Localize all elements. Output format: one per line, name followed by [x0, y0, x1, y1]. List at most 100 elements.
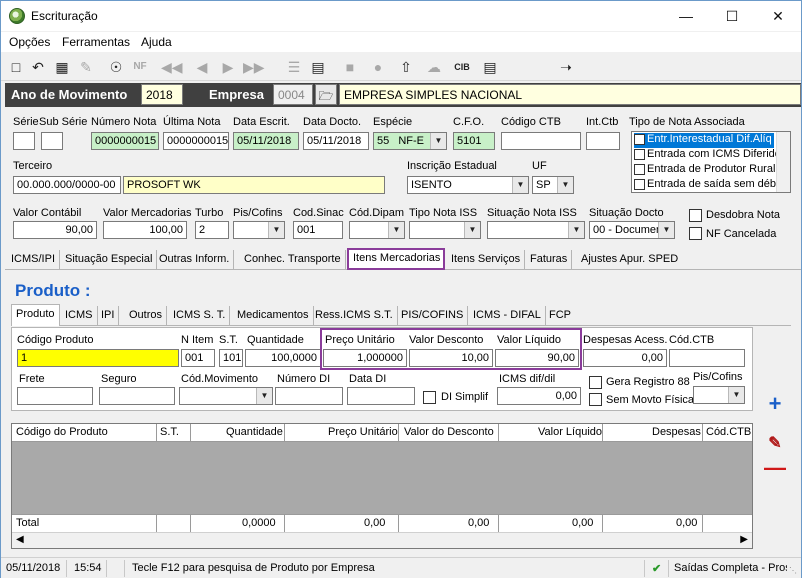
col-despesas[interactable]: Despesas [652, 426, 701, 438]
cfo-input[interactable]: 5101 [453, 132, 495, 150]
close-button[interactable]: ✕ [755, 1, 801, 31]
list-item[interactable]: Entrada de saída sem débi [634, 178, 778, 192]
st-input[interactable]: 101 [219, 349, 243, 367]
menu-opcoes[interactable]: Opções [9, 35, 50, 49]
col-cod-ctb[interactable]: Cód.CTB [706, 426, 751, 438]
numero-di-input[interactable] [275, 387, 343, 405]
tab-outros[interactable]: Outros [125, 306, 168, 326]
tab-icms[interactable]: ICMS [61, 306, 98, 326]
especie-select[interactable]: 55 NF-E ▼ [373, 132, 447, 150]
tab-itens-servicos[interactable]: Itens Serviços [447, 250, 526, 270]
tab-ress-icms-st[interactable]: Ress.ICMS S.T. [311, 306, 398, 326]
print-preview-icon[interactable]: ☉ [107, 58, 125, 76]
tipo-nota-listbox[interactable]: Entr.Interestadual Dif.Alíq Entrada com … [631, 131, 791, 193]
col-liquido[interactable]: Valor Líquido [538, 426, 602, 438]
data-di-input[interactable] [347, 387, 415, 405]
upload-icon[interactable]: ⇧ [397, 58, 415, 76]
maximize-button[interactable]: ☐ [709, 1, 755, 31]
cib-icon[interactable]: CIB [453, 58, 471, 76]
serie-input[interactable] [13, 132, 35, 150]
exit-icon[interactable]: ➝ [557, 58, 575, 76]
cloud-icon[interactable]: ☁ [425, 58, 443, 76]
sit-docto-select[interactable]: 00 - Documen ▼ [589, 221, 675, 239]
pis-cofins-item-select[interactable]: ▼ [693, 386, 745, 404]
list-item[interactable]: Entrada com ICMS Diferido [634, 148, 781, 163]
codigo-produto-input[interactable]: 1 [17, 349, 179, 367]
tab-medicamentos[interactable]: Medicamentos [233, 306, 314, 326]
empresa-code-input[interactable]: 0004 [273, 84, 313, 105]
numero-nota-input[interactable]: 0000000015 [91, 132, 159, 150]
nfe-icon[interactable]: NF [131, 58, 149, 76]
tab-conhec-transporte[interactable]: Conhec. Transporte [240, 250, 346, 270]
scroll-left-icon[interactable]: ◀ [16, 534, 24, 545]
tab-faturas[interactable]: Faturas [526, 250, 573, 270]
cod-mov-select[interactable]: ▼ [179, 387, 273, 405]
col-st[interactable]: S.T. [160, 426, 179, 438]
last-icon[interactable]: ▶▶ [243, 58, 265, 76]
tab-icms-difal[interactable]: ICMS - DIFAL [469, 306, 546, 326]
menu-ajuda[interactable]: Ajuda [141, 35, 172, 49]
ano-input[interactable]: 2018 [141, 84, 183, 105]
save-icon[interactable]: ▦ [53, 58, 71, 76]
pis-cofins-select[interactable]: ▼ [233, 221, 285, 239]
uf-select[interactable]: SP ▼ [532, 176, 574, 194]
tipo-iss-select[interactable]: ▼ [409, 221, 481, 239]
col-desconto[interactable]: Valor do Desconto [404, 426, 494, 438]
edit-item-button[interactable]: ✎ [763, 433, 787, 455]
data-escrit-input[interactable]: 05/11/2018 [233, 132, 299, 150]
calc-icon[interactable]: ▤ [309, 58, 327, 76]
remove-item-button[interactable]: — [763, 457, 787, 479]
menu-ferramentas[interactable]: Ferramentas [62, 35, 130, 49]
tab-produto[interactable]: Produto [11, 304, 60, 326]
int-ctb-input[interactable] [586, 132, 620, 150]
tab-fcp[interactable]: FCP [545, 306, 575, 326]
tab-situacao-especial[interactable]: Situação Especial [61, 250, 158, 270]
di-simplif-checkbox[interactable] [423, 391, 436, 404]
cod-sinac-input[interactable]: 001 [293, 221, 343, 239]
undo-icon[interactable]: ↶ [29, 58, 47, 76]
turbo-input[interactable]: 2 [195, 221, 229, 239]
add-item-button[interactable]: + [763, 393, 787, 415]
minimize-button[interactable]: — [663, 1, 709, 31]
inscricao-select[interactable]: ISENTO ▼ [407, 176, 529, 194]
valor-contabil-input[interactable]: 90,00 [13, 221, 97, 239]
empresa-search-button[interactable]: 🗁 [315, 84, 337, 105]
icms-difal-input[interactable]: 0,00 [497, 387, 581, 405]
items-grid[interactable]: Código do Produto S.T. Quantidade Preço … [11, 423, 753, 549]
list-item[interactable]: Entrada de Produtor Rural [634, 163, 775, 178]
frete-input[interactable] [17, 387, 93, 405]
prev-icon[interactable]: ◀ [193, 58, 211, 76]
checkbox[interactable] [634, 178, 645, 190]
resize-grip-icon[interactable]: ⋱ [789, 566, 797, 575]
terceiro-doc-input[interactable]: 00.000.000/0000-00 [13, 176, 121, 194]
notes-icon[interactable]: ▤ [481, 58, 499, 76]
data-docto-input[interactable]: 05/11/2018 [303, 132, 369, 150]
quantidade-input[interactable]: 100,0000 [245, 349, 321, 367]
nitem-input[interactable]: 001 [181, 349, 215, 367]
col-quantidade[interactable]: Quantidade [226, 426, 283, 438]
codigo-ctb-input[interactable] [501, 132, 581, 150]
next-icon[interactable]: ▶ [219, 58, 237, 76]
desdobra-checkbox[interactable] [689, 209, 702, 222]
checkbox[interactable] [634, 163, 645, 175]
tab-icms-ipi[interactable]: ICMS/IPI [7, 250, 61, 270]
gera-registro-checkbox[interactable] [589, 376, 602, 389]
checkbox[interactable] [634, 133, 645, 145]
col-preco[interactable]: Preço Unitário [328, 426, 398, 438]
sem-movto-checkbox[interactable] [589, 393, 602, 406]
tab-outras-inform[interactable]: Outras Inform. [155, 250, 235, 270]
nf-cancelada-checkbox[interactable] [689, 227, 702, 240]
new-doc-icon[interactable]: □ [7, 58, 25, 76]
delete-icon[interactable]: ✎ [77, 58, 95, 76]
first-icon[interactable]: ◀◀ [161, 58, 183, 76]
seguro-input[interactable] [99, 387, 175, 405]
scroll-right-icon[interactable]: ▶ [740, 534, 748, 545]
list-item[interactable]: Entr.Interestadual Dif.Alíq [634, 133, 774, 148]
valor-merc-input[interactable]: 100,00 [103, 221, 187, 239]
subserie-input[interactable] [41, 132, 63, 150]
col-codigo[interactable]: Código do Produto [16, 426, 108, 438]
tab-ipi[interactable]: IPI [97, 306, 120, 326]
tab-icms-st[interactable]: ICMS S. T. [169, 306, 231, 326]
sit-iss-select[interactable]: ▼ [487, 221, 585, 239]
listbox-scrollbar[interactable] [776, 132, 790, 192]
